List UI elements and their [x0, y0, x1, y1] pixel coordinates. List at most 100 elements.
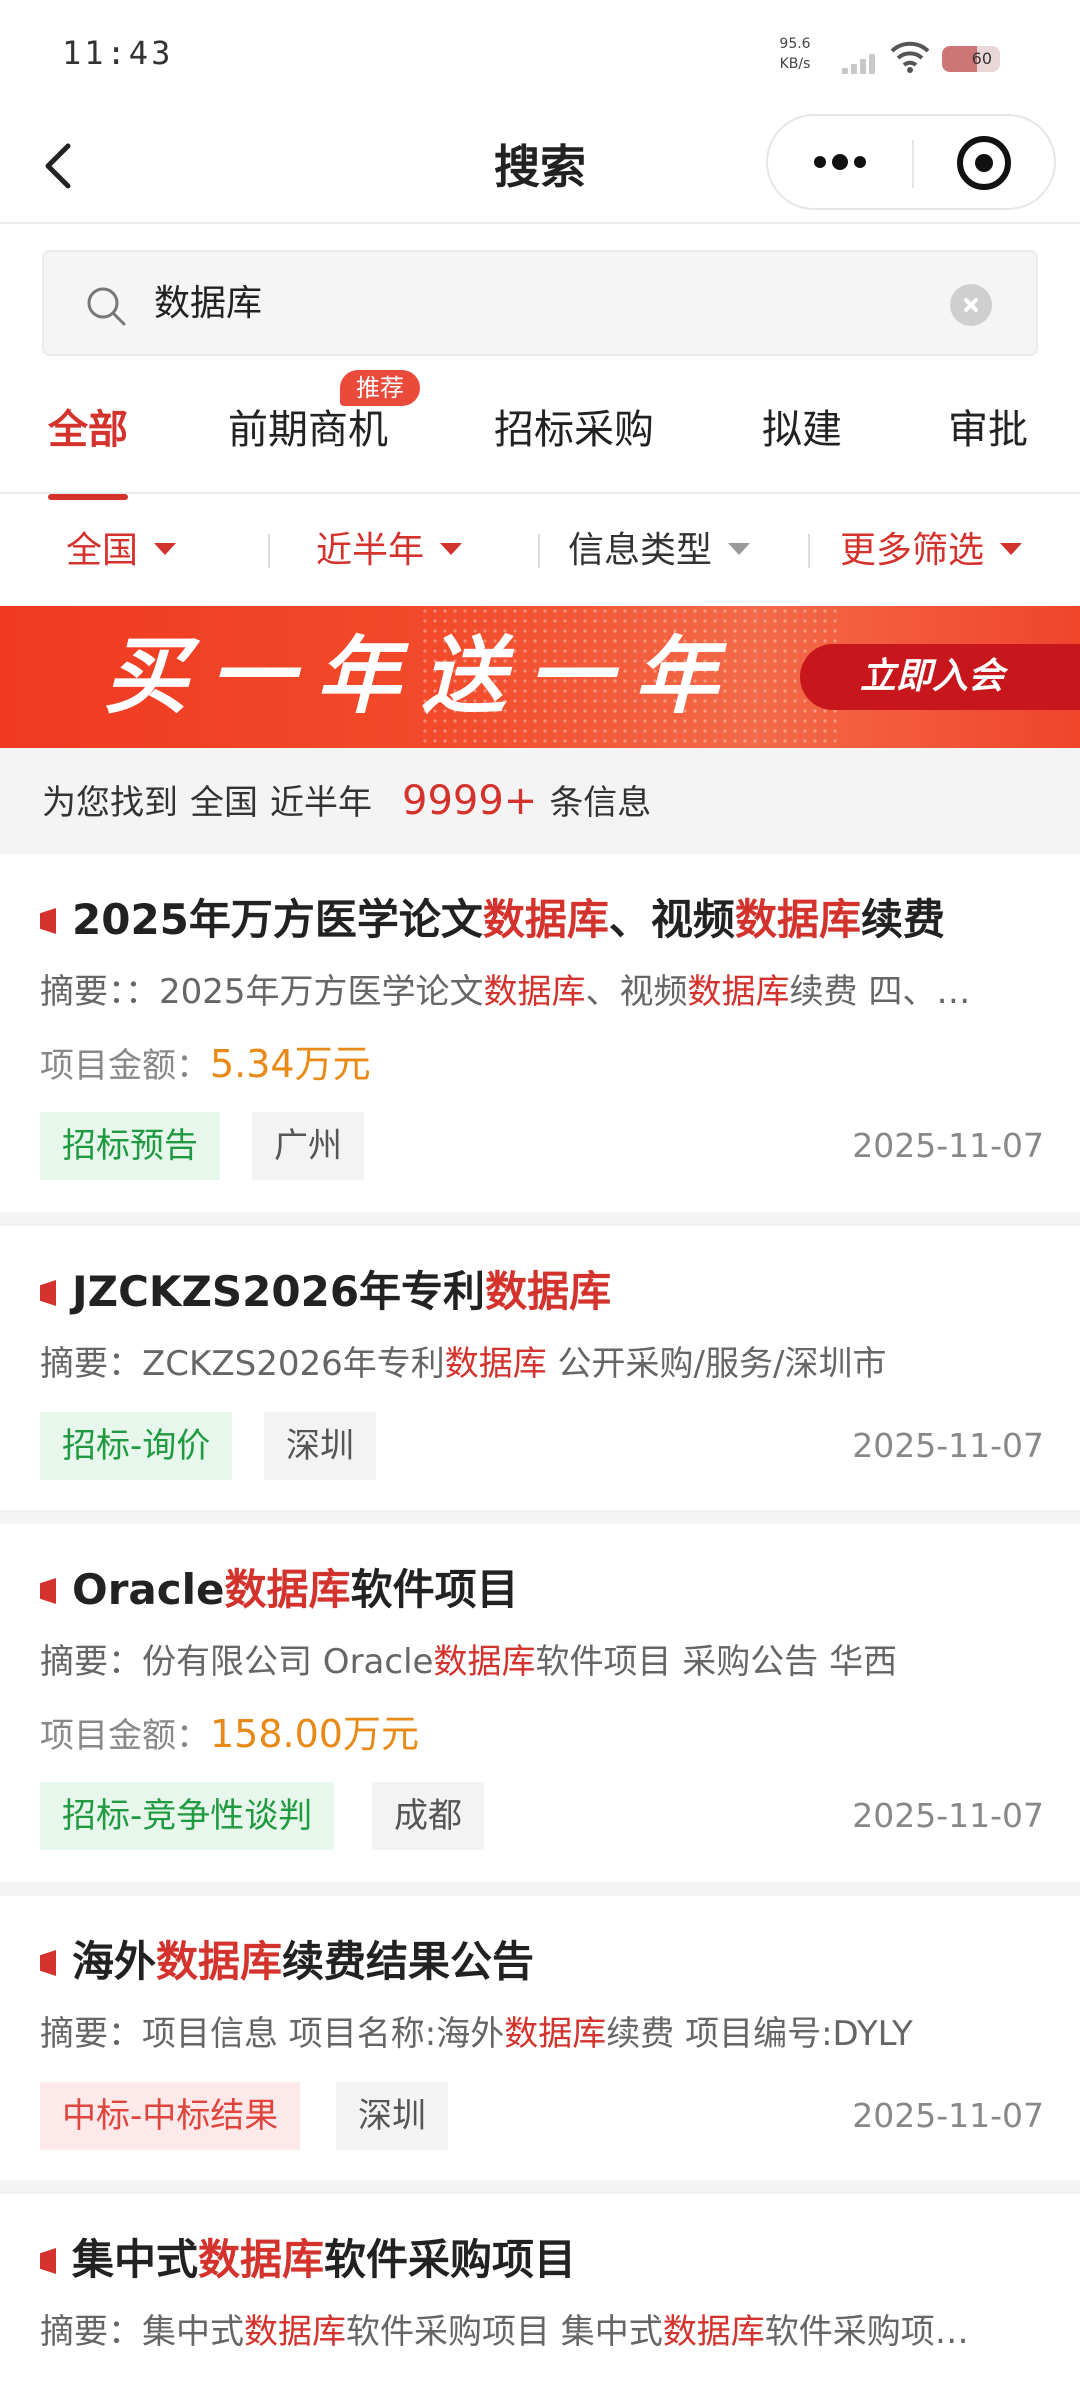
abstract-text: ：2025年万方医学论文	[125, 972, 484, 1012]
join-now-button[interactable]: 立即入会	[800, 644, 1080, 710]
filter-bar: 全国 近半年 信息类型 更多筛选	[0, 496, 1080, 606]
search-input[interactable]: 数据库	[42, 250, 1038, 356]
result-card[interactable]: Oracle数据库软件项目 摘要：份有限公司 Oracle 数据库软件项目 采购公…	[0, 1524, 1080, 1896]
close-mini-program-button[interactable]	[914, 116, 1054, 208]
more-dots-icon	[814, 156, 826, 168]
network-speed: 95.6 KB/s	[770, 34, 820, 74]
amount-value: 158.00万元	[210, 1712, 419, 1756]
title-text: 续费	[860, 895, 945, 944]
result-title[interactable]: Oracle数据库软件项目	[72, 1560, 519, 1620]
result-title[interactable]: 集中式数据库软件采购项目	[72, 2230, 576, 2290]
caret-down-icon	[154, 543, 177, 555]
title-text: 集中式	[72, 2235, 199, 2284]
title-highlight: 数据库	[198, 2235, 325, 2284]
battery-icon: 60	[942, 46, 1000, 72]
tab-label: 拟建	[762, 407, 842, 453]
filter-more[interactable]: 更多筛选	[840, 524, 1023, 578]
result-summary: 为您找到 全国 近半年 9999+ 条信息	[0, 748, 1080, 854]
abstract-label: 摘要：	[40, 972, 125, 1012]
result-date: 2025-11-07	[852, 1426, 1044, 1465]
abstract-highlight: 数据库	[444, 1344, 547, 1384]
summary-line: 为您找到 全国 近半年 9999+ 条信息	[42, 748, 663, 856]
tab-tender-procurement[interactable]: 招标采购	[494, 400, 654, 460]
title-text: 2025年万方医学论文	[72, 895, 483, 944]
result-title[interactable]: 海外数据库续费结果公告	[72, 1932, 534, 1992]
result-date: 2025-11-07	[852, 1126, 1044, 1165]
filter-region[interactable]: 全国	[66, 524, 177, 578]
abstract-text: ZCKZS2026年专利	[142, 1344, 445, 1384]
tab-label: 审批	[948, 407, 1028, 453]
more-dots-icon-center	[832, 154, 848, 170]
abstract-text: 份有限公司 Oracle	[142, 1642, 434, 1682]
result-abstract: 摘要：集中式数据库软件采购项目 集中式数据库软件采购项…	[40, 2304, 1040, 2360]
network-speed-unit: KB/s	[779, 56, 811, 72]
result-amount: 项目金额：158.00万元	[40, 1706, 419, 1764]
filter-divider	[268, 534, 270, 568]
abstract-highlight: 数据库	[662, 2312, 765, 2352]
filter-label: 全国	[66, 530, 139, 571]
abstract-label: 摘要：	[40, 1344, 142, 1384]
title-highlight: 数据库	[734, 895, 861, 944]
city-tag: 深圳	[264, 1412, 376, 1480]
result-list: 2025年万方医学论文数据库、视频数据库续费 摘要：：2025年万方医学论文数据…	[0, 854, 1080, 2388]
abstract-label: 摘要：	[40, 2014, 142, 2054]
recommend-badge: 推荐	[340, 370, 420, 406]
banner-title: 买一年送一年	[104, 627, 741, 725]
filter-label: 近半年	[316, 530, 425, 571]
more-button[interactable]	[768, 116, 912, 208]
title-text: Oracle	[72, 1565, 225, 1614]
amount-label: 项目金额：	[40, 1046, 210, 1086]
tab-label: 招标采购	[494, 407, 654, 453]
type-tag: 中标-中标结果	[40, 2082, 301, 2150]
signal-icon	[842, 52, 878, 74]
abstract-text: 续费 项目编号:DYLY	[606, 2014, 913, 2054]
city-tag: 深圳	[336, 2082, 448, 2150]
mini-program-capsule	[766, 114, 1056, 210]
more-dots-icon-right	[854, 156, 866, 168]
abstract-text: 集中式	[142, 2312, 244, 2352]
tab-label: 前期商机	[228, 407, 388, 453]
result-title[interactable]: 2025年万方医学论文数据库、视频数据库续费	[72, 890, 945, 950]
result-card[interactable]: 集中式数据库软件采购项目 摘要：集中式数据库软件采购项目 集中式数据库软件采购项…	[0, 2194, 1080, 2388]
summary-period: 近半年	[270, 783, 372, 823]
clear-icon[interactable]	[950, 284, 992, 326]
tab-all[interactable]: 全部	[48, 400, 128, 500]
abstract-highlight: 数据库	[244, 2312, 346, 2352]
abstract-label: 摘要：	[40, 1642, 142, 1682]
title-text: 软件采购项目	[324, 2235, 577, 2284]
result-amount: 项目金额：5.34万元	[40, 1036, 371, 1094]
result-date: 2025-11-07	[852, 1796, 1044, 1835]
result-abstract: 摘要：：2025年万方医学论文数据库、视频数据库续费 四、…	[40, 964, 1040, 1020]
tab-label: 全部	[48, 407, 128, 453]
filter-divider	[808, 534, 810, 568]
flag-icon	[40, 1280, 56, 1306]
result-title[interactable]: JZCKZS2026年专利数据库	[72, 1262, 611, 1322]
tab-approval[interactable]: 审批	[948, 400, 1028, 460]
result-card[interactable]: JZCKZS2026年专利数据库 摘要：ZCKZS2026年专利数据库 公开采购…	[0, 1226, 1080, 1524]
search-query[interactable]: 数据库	[154, 252, 262, 356]
title-text: 续费结果公告	[282, 1937, 535, 1986]
type-tag: 招标-竞争性谈判	[40, 1782, 335, 1850]
summary-suffix: 条信息	[549, 783, 652, 823]
filter-period[interactable]: 近半年	[316, 524, 463, 578]
type-tag: 招标预告	[40, 1112, 220, 1180]
flag-icon	[40, 1950, 56, 1976]
amount-label: 项目金额：	[40, 1716, 210, 1756]
abstract-text: 软件项目 采购公告 华西	[535, 1642, 898, 1682]
tab-proposed[interactable]: 拟建	[762, 400, 842, 460]
filter-info-type[interactable]: 信息类型	[568, 524, 751, 578]
result-abstract: 摘要：项目信息 项目名称:海外数据库续费 项目编号:DYLY	[40, 2006, 1040, 2062]
filter-label: 信息类型	[568, 530, 713, 571]
abstract-text: 公开采购/服务/深圳市	[546, 1344, 887, 1384]
result-card[interactable]: 2025年万方医学论文数据库、视频数据库续费 摘要：：2025年万方医学论文数据…	[0, 854, 1080, 1226]
result-abstract: 摘要：ZCKZS2026年专利数据库 公开采购/服务/深圳市	[40, 1336, 1040, 1392]
filter-divider	[538, 534, 540, 568]
title-text: 海外	[72, 1937, 157, 1986]
flag-icon	[40, 2248, 56, 2274]
title-highlight: 数据库	[224, 1565, 351, 1614]
title-text: JZCKZS2026年专利	[72, 1267, 486, 1316]
abstract-text: 软件采购项…	[764, 2312, 969, 2352]
result-card[interactable]: 海外数据库续费结果公告 摘要：项目信息 项目名称:海外数据库续费 项目编号:DY…	[0, 1896, 1080, 2194]
promo-banner[interactable]: 买一年送一年 立即入会	[0, 606, 1080, 748]
tab-early-opportunities[interactable]: 前期商机	[228, 400, 388, 460]
